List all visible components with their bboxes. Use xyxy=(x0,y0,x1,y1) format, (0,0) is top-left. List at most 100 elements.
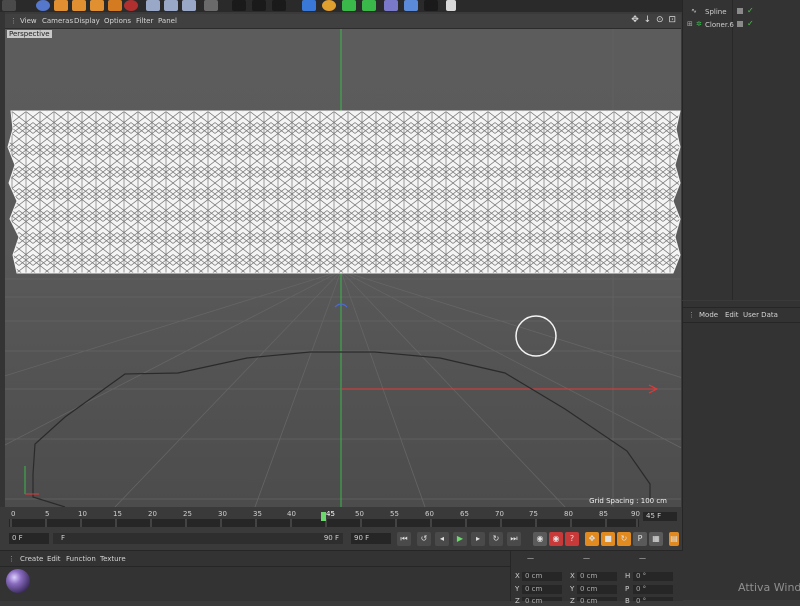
spline-icon: ∿ xyxy=(691,7,697,15)
previous-frame-icon[interactable]: ◂ xyxy=(435,532,449,546)
x-axis-icon[interactable] xyxy=(146,0,160,11)
visibility-flag[interactable] xyxy=(737,8,743,14)
rotation-p-field[interactable]: 0 ° xyxy=(633,585,673,594)
material-preview-ball[interactable] xyxy=(6,569,30,593)
rotation-h-field[interactable]: 0 ° xyxy=(633,572,673,581)
timeline-tick: 70 xyxy=(495,510,504,518)
grid-spacing-readout: Grid Spacing : 100 cm xyxy=(589,497,667,505)
subdivision-icon[interactable] xyxy=(342,0,356,11)
perspective-viewport[interactable]: Perspective Grid Spacing : 100 cm xyxy=(5,29,681,507)
object-name[interactable]: Cloner.6 xyxy=(705,21,734,29)
camera-label[interactable]: Perspective xyxy=(7,30,52,38)
playhead[interactable] xyxy=(321,512,326,521)
viewport-navigation-icons[interactable]: ✥ ↓ ⊙ ⊡ xyxy=(631,15,677,25)
menu-edit[interactable]: Edit xyxy=(47,555,61,563)
coord-label: X xyxy=(515,572,520,580)
end-frame-field[interactable]: 90 F xyxy=(351,533,391,544)
enabled-check-icon[interactable]: ✓ xyxy=(747,6,754,15)
cloner-tool-icon[interactable] xyxy=(362,0,376,11)
render-settings-icon[interactable] xyxy=(272,0,286,11)
key-position-icon[interactable]: ✥ xyxy=(585,532,599,546)
menu-mode[interactable]: Mode xyxy=(699,311,718,319)
menu-display[interactable]: Display xyxy=(74,17,100,25)
toolbar-icon[interactable] xyxy=(2,0,16,11)
next-key-icon[interactable]: ↻ xyxy=(489,532,503,546)
cube-icon[interactable] xyxy=(302,0,316,11)
light-icon[interactable] xyxy=(446,0,456,11)
film-icon[interactable]: ▤ xyxy=(669,532,679,546)
floor-icon[interactable] xyxy=(404,0,418,11)
move-icon[interactable] xyxy=(54,0,68,11)
menu-view[interactable]: View xyxy=(20,17,37,25)
timeline-tick: 35 xyxy=(253,510,262,518)
position-x-field[interactable]: 0 cm xyxy=(522,572,562,581)
go-to-end-icon[interactable]: ⏭ xyxy=(507,532,521,546)
menu-user-data[interactable]: User Data xyxy=(743,311,778,319)
timeline[interactable]: 0 5 10 15 20 25 30 35 40 45 50 55 60 65 … xyxy=(5,509,681,529)
rotate-icon[interactable] xyxy=(90,0,104,11)
frame-range-slider[interactable]: F 90 F xyxy=(53,533,343,544)
previous-key-icon[interactable]: ↺ xyxy=(417,532,431,546)
render-view-icon[interactable] xyxy=(232,0,246,11)
coordinate-system-icon[interactable] xyxy=(204,0,218,11)
start-frame-field[interactable]: 0 F xyxy=(9,533,49,544)
object-row-cloner[interactable]: ⊞ ✲ Cloner.6 ✓ xyxy=(685,19,799,31)
position-y-field[interactable]: 0 cm xyxy=(522,585,562,594)
viewport-menu-handle: ⋮ xyxy=(10,17,17,25)
main-toolbar xyxy=(0,0,682,12)
play-icon[interactable]: ▶ xyxy=(453,532,467,546)
expand-icon[interactable]: ⊞ xyxy=(687,20,693,28)
scale-icon[interactable] xyxy=(72,0,86,11)
menu-edit[interactable]: Edit xyxy=(725,311,739,319)
attribute-menu-bar: ⋮ Mode Edit User Data xyxy=(683,307,800,323)
object-manager-divider xyxy=(732,0,733,300)
key-rotation-icon[interactable]: ↻ xyxy=(617,532,631,546)
go-to-start-icon[interactable]: ⏮ xyxy=(397,532,411,546)
z-axis-icon[interactable] xyxy=(182,0,196,11)
no-entry-icon[interactable] xyxy=(124,0,138,11)
material-menu-handle: ⋮ xyxy=(8,555,15,563)
menu-create[interactable]: Create xyxy=(20,555,43,563)
undo-icon[interactable] xyxy=(36,0,50,11)
menu-options[interactable]: Options xyxy=(104,17,131,25)
size-y-field[interactable]: 0 cm xyxy=(577,585,617,594)
timeline-tick: 50 xyxy=(355,510,364,518)
camera-icon[interactable] xyxy=(424,0,438,11)
object-row-spline[interactable]: ∿ Spline ✓ xyxy=(685,6,799,18)
object-manager: ∿ Spline ✓ ⊞ ✲ Cloner.6 ✓ xyxy=(682,0,800,300)
auto-key-icon[interactable]: ◉ xyxy=(549,532,563,546)
render-picture-icon[interactable] xyxy=(252,0,266,11)
next-frame-icon[interactable]: ▸ xyxy=(471,532,485,546)
help-icon[interactable]: ? xyxy=(565,532,579,546)
live-select-icon[interactable] xyxy=(108,0,122,11)
attribute-menu-handle: ⋮ xyxy=(688,311,695,319)
timeline-tick: 55 xyxy=(390,510,399,518)
rotation-b-field[interactable]: 0 ° xyxy=(633,597,673,605)
menu-function[interactable]: Function xyxy=(66,555,96,563)
position-z-field[interactable]: 0 cm xyxy=(522,597,562,605)
menu-cameras[interactable]: Cameras xyxy=(42,17,73,25)
coord-label: B xyxy=(625,597,630,605)
visibility-flag[interactable] xyxy=(737,21,743,27)
enabled-check-icon[interactable]: ✓ xyxy=(747,19,754,28)
size-z-field[interactable]: 0 cm xyxy=(577,597,617,605)
record-active-icon[interactable]: ◉ xyxy=(533,532,547,546)
deformer-icon[interactable] xyxy=(384,0,398,11)
current-frame-field[interactable]: 45 F xyxy=(643,512,677,521)
menu-filter[interactable]: Filter xyxy=(136,17,153,25)
menu-panel[interactable]: Panel xyxy=(158,17,177,25)
coord-label: P xyxy=(625,585,630,593)
coord-header: — xyxy=(527,554,534,562)
key-pla-icon[interactable]: ▦ xyxy=(649,532,663,546)
viewport-menu-bar: ⋮ View Cameras Display Options Filter Pa… xyxy=(5,14,681,29)
coord-label: H xyxy=(625,572,631,580)
activation-watermark: Attiva Wind xyxy=(738,581,800,594)
size-x-field[interactable]: 0 cm xyxy=(577,572,617,581)
object-name[interactable]: Spline xyxy=(705,8,727,16)
key-scale-icon[interactable]: ■ xyxy=(601,532,615,546)
menu-texture[interactable]: Texture xyxy=(100,555,126,563)
y-axis-icon[interactable] xyxy=(164,0,178,11)
timeline-tick: 5 xyxy=(45,510,50,518)
pen-spline-icon[interactable] xyxy=(322,0,336,11)
key-parameter-icon[interactable]: P xyxy=(633,532,647,546)
